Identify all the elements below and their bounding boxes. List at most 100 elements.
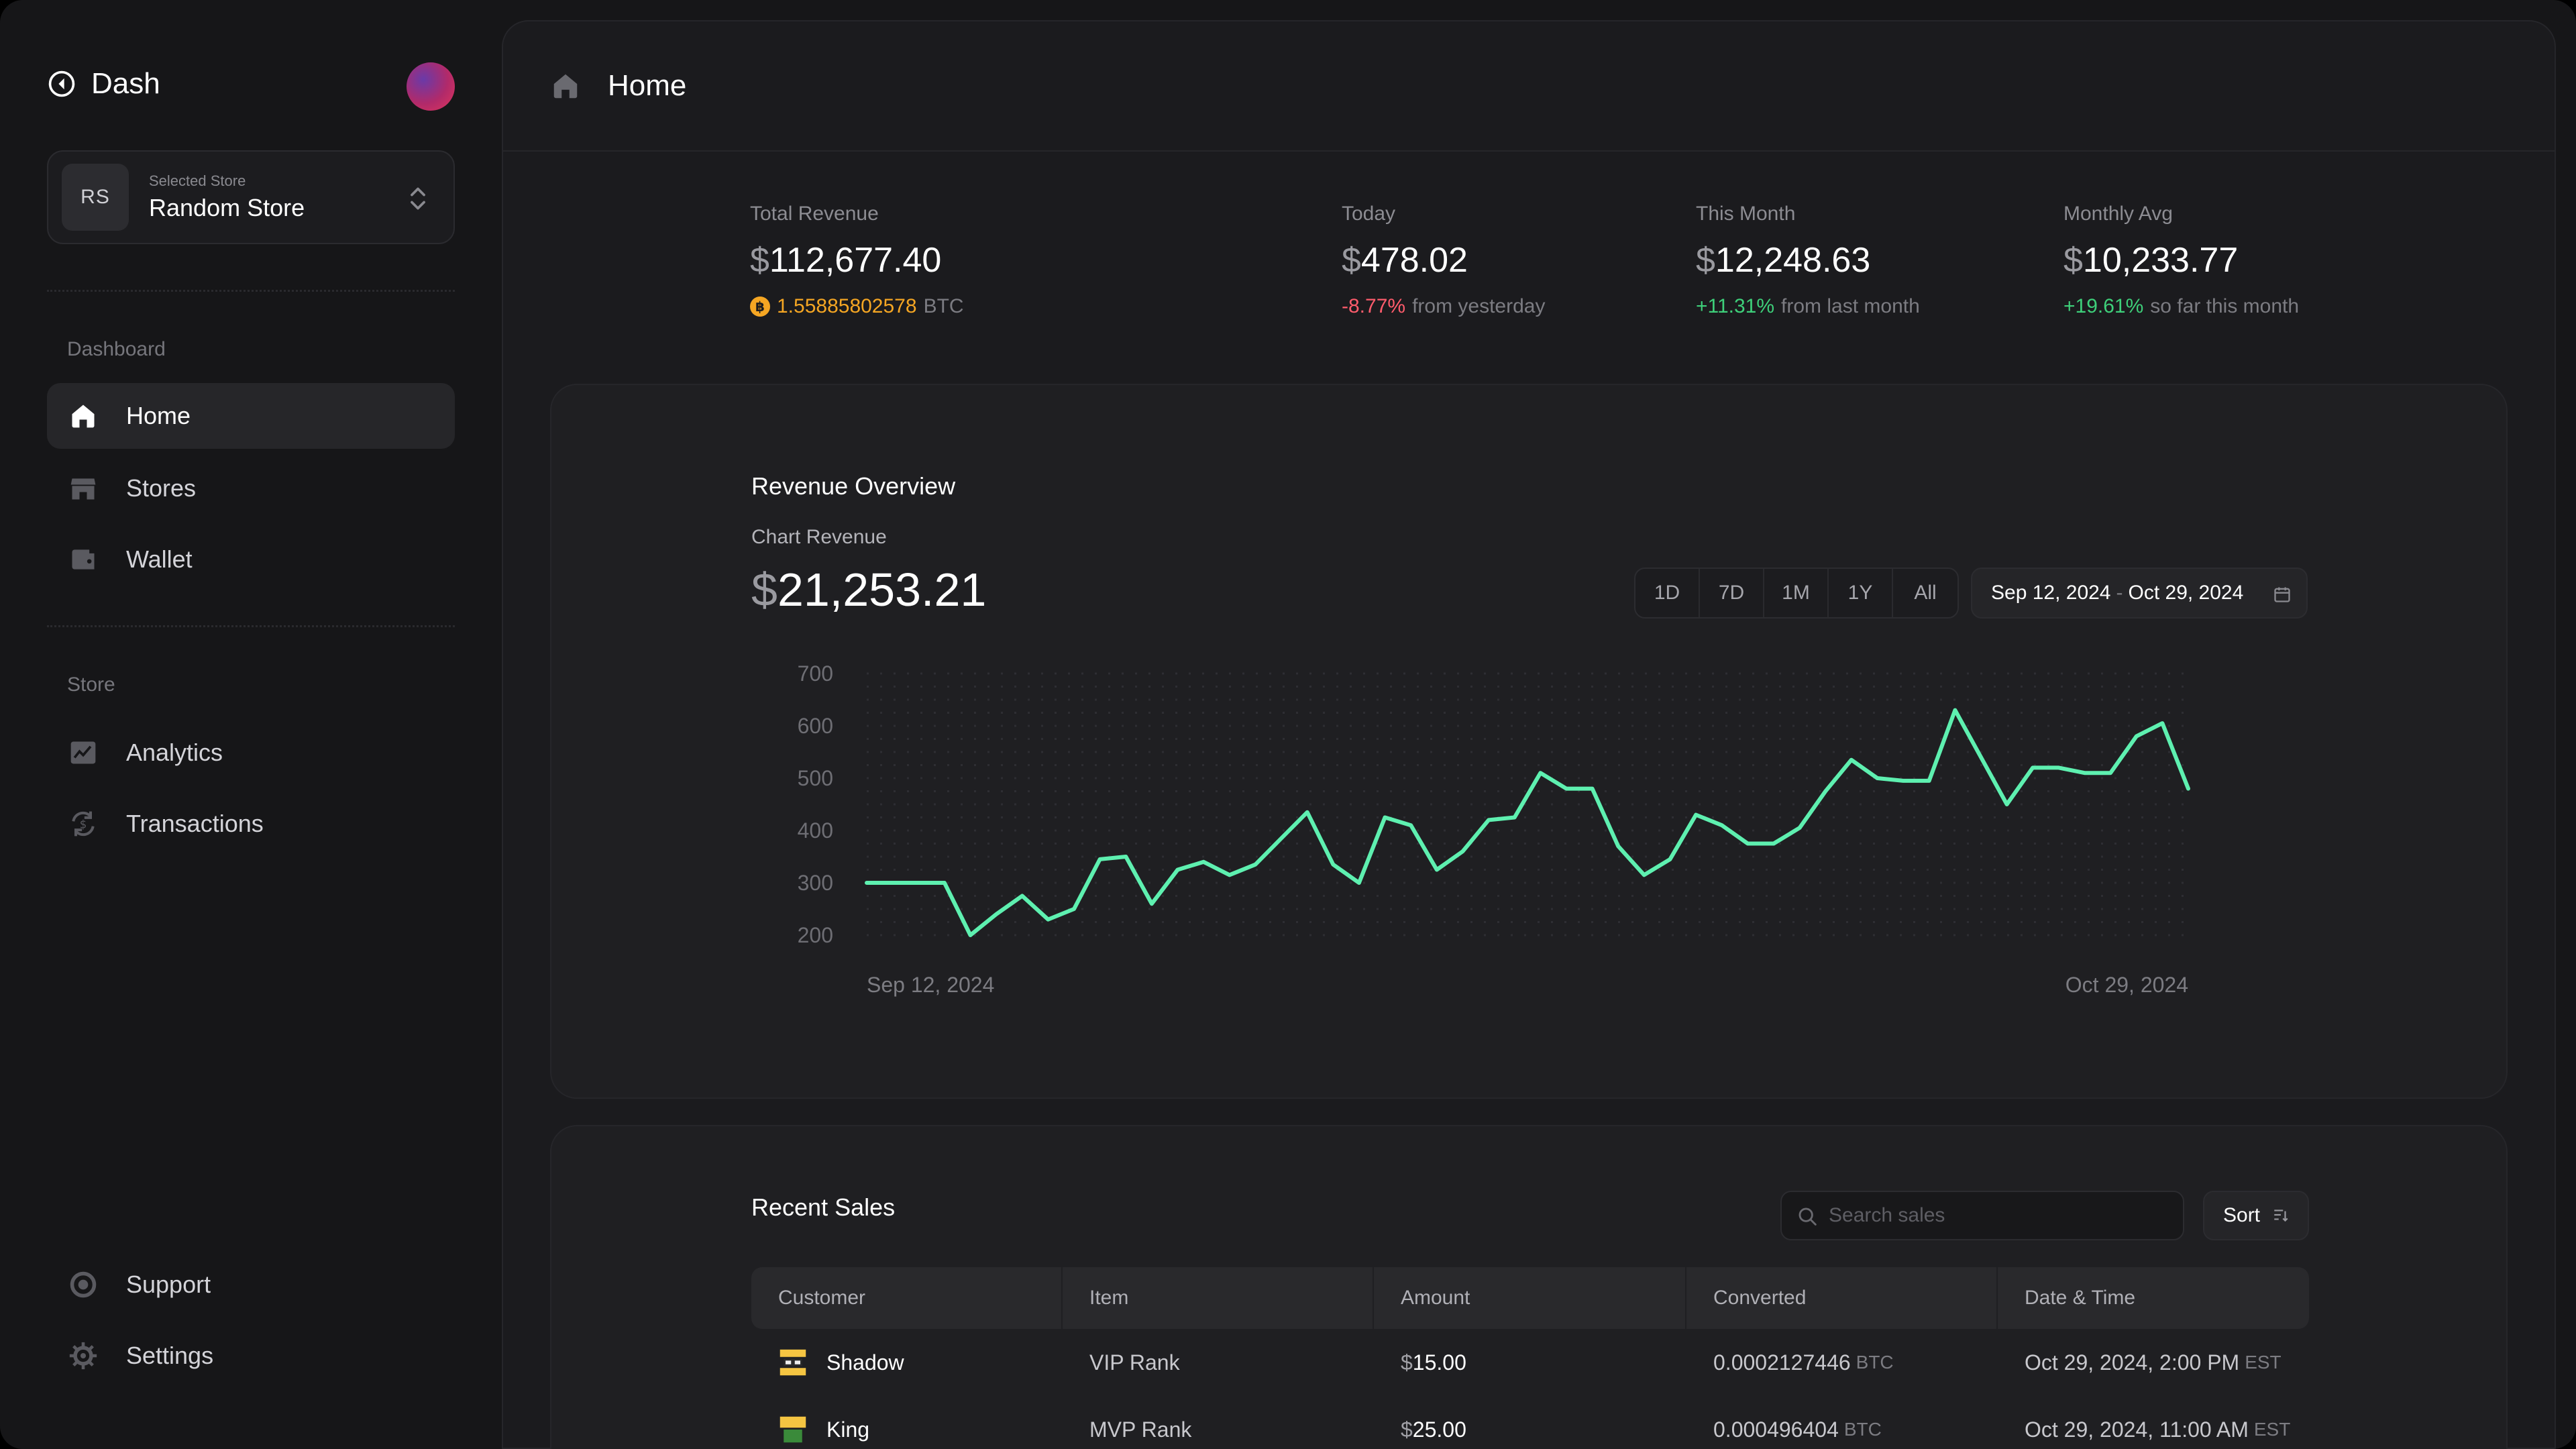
- item-cell: VIP Rank: [1089, 1350, 1180, 1375]
- sidebar-item-settings[interactable]: Settings: [47, 1323, 455, 1389]
- y-tick-label: 500: [798, 766, 833, 790]
- range-1d-button[interactable]: 1D: [1635, 569, 1700, 617]
- sidebar-item-label: Stores: [126, 474, 197, 502]
- home-icon: [67, 400, 99, 432]
- sidebar-item-label: Wallet: [126, 545, 193, 573]
- range-1y-button[interactable]: 1Y: [1829, 569, 1893, 617]
- range-selector: 1D 7D 1M 1Y All: [1634, 568, 1959, 619]
- card-title: Recent Sales: [751, 1193, 896, 1221]
- stat-monthly-avg: Monthly Avg $10,233.77 +19.61% so far th…: [2063, 203, 2299, 318]
- sidebar-item-label: Settings: [126, 1342, 214, 1369]
- stat-label: Total Revenue: [750, 203, 879, 225]
- column-header[interactable]: Date & Time: [1998, 1267, 2309, 1329]
- btc-amount: 1.55885802578: [777, 295, 917, 317]
- revenue-line-chart: 700 600 500 400 300 200 Sep 12, 2024 Oct 29, 20…: [798, 661, 2190, 997]
- stat-value: $112,677.40: [750, 241, 942, 280]
- date-range-picker[interactable]: Sep 12, 2024 - Oct 29, 2024: [1971, 568, 2308, 619]
- revenue-overview-card: Revenue Overview Chart Revenue $21,253.2…: [550, 384, 2508, 1099]
- store-selector[interactable]: RS Selected Store Random Store: [47, 150, 455, 244]
- column-header[interactable]: Converted: [1686, 1267, 1998, 1329]
- amount-cell: $25.00: [1401, 1417, 1466, 1442]
- chevron-up-down-icon: [411, 187, 425, 210]
- wallet-icon: [67, 543, 99, 576]
- stat-note: so far this month: [2150, 295, 2300, 317]
- svg-text:$: $: [80, 818, 87, 830]
- y-tick-label: 600: [798, 714, 833, 738]
- calendar-icon: [2274, 587, 2290, 602]
- converted-cell: 0.0002127446 BTC: [1713, 1350, 1894, 1375]
- page-title: Home: [608, 69, 687, 102]
- sidebar-item-transactions[interactable]: $ Transactions: [47, 791, 455, 857]
- converted-cell: 0.000496404 BTC: [1713, 1417, 1882, 1442]
- sidebar-divider: [47, 625, 455, 627]
- customer-name: King: [826, 1417, 870, 1442]
- stat-value: $478.02: [1342, 241, 1468, 280]
- stat-this-month: This Month $12,248.63 +11.31% from last …: [1696, 203, 1920, 318]
- sidebar-item-support[interactable]: Support: [47, 1252, 455, 1318]
- date-start: Sep 12, 2024: [1991, 582, 2111, 604]
- stat-value: $10,233.77: [2063, 241, 2239, 280]
- date-cell: Oct 29, 2024, 11:00 AM EST: [2025, 1417, 2291, 1442]
- avatar[interactable]: [407, 62, 455, 111]
- customer-cell: Shadow: [751, 1329, 1063, 1396]
- btc-unit: BTC: [923, 295, 964, 317]
- date-cell: Oct 29, 2024, 2:00 PM EST: [2025, 1350, 2282, 1375]
- dash-logo-icon: [48, 70, 75, 97]
- range-7d-button[interactable]: 7D: [1700, 569, 1764, 617]
- stat-change: -8.77%: [1342, 295, 1406, 317]
- sidebar-item-stores[interactable]: Stores: [47, 455, 455, 521]
- date-end: Oct 29, 2024: [2128, 582, 2244, 604]
- store-caption: Selected Store: [149, 172, 246, 189]
- chart-subtitle: Chart Revenue: [751, 526, 887, 548]
- home-icon: [553, 74, 578, 99]
- store-icon: [67, 472, 99, 504]
- stat-change: +19.61%: [2063, 295, 2144, 317]
- customer-avatar-icon: [780, 1416, 806, 1443]
- sidebar: Dash RS Selected Store Random Store Dash…: [0, 0, 502, 1449]
- stat-sub: +19.61% so far this month: [2063, 295, 2299, 318]
- amount-cell: $15.00: [1401, 1350, 1466, 1375]
- store-initials: RS: [62, 164, 129, 231]
- stat-sub: +11.31% from last month: [1696, 295, 1920, 318]
- range-all-button[interactable]: All: [1893, 569, 1957, 617]
- search-box: [1780, 1191, 2184, 1240]
- section-label-store: Store: [67, 674, 115, 696]
- stat-label: Monthly Avg: [2063, 203, 2173, 225]
- sidebar-item-analytics[interactable]: Analytics: [47, 720, 455, 786]
- sidebar-divider: [47, 290, 455, 292]
- item-cell: MVP Rank: [1089, 1417, 1192, 1442]
- store-name: Random Store: [149, 194, 305, 221]
- sort-button[interactable]: Sort: [2203, 1191, 2309, 1240]
- customer-name: Shadow: [826, 1350, 904, 1375]
- analytics-icon: [67, 737, 99, 769]
- y-tick-label: 300: [798, 871, 833, 895]
- sidebar-item-wallet[interactable]: Wallet: [47, 527, 455, 592]
- range-1m-button[interactable]: 1M: [1764, 569, 1829, 617]
- column-header[interactable]: Item: [1063, 1267, 1374, 1329]
- sales-table: Customer Item Amount Converted Date & Ti…: [751, 1267, 2309, 1449]
- card-title: Revenue Overview: [751, 472, 956, 500]
- y-tick-label: 400: [798, 818, 833, 843]
- customer-avatar-icon: [780, 1349, 806, 1376]
- app-name: Dash: [91, 67, 160, 100]
- sidebar-item-label: Transactions: [126, 810, 264, 837]
- stat-change: +11.31%: [1696, 295, 1775, 317]
- stat-note: from last month: [1781, 295, 1920, 317]
- stat-total-revenue: Total Revenue $112,677.40 ฿ 1.5588580257…: [750, 203, 964, 318]
- sidebar-item-home[interactable]: Home: [47, 383, 455, 449]
- table-header: Customer Item Amount Converted Date & Ti…: [751, 1267, 2309, 1329]
- section-label-dashboard: Dashboard: [67, 338, 166, 360]
- stat-today: Today $478.02 -8.77% from yesterday: [1342, 203, 1545, 318]
- table-row[interactable]: King MVP Rank $25.00 0.000496404 BTC Oct …: [751, 1396, 2309, 1449]
- column-header[interactable]: Customer: [751, 1267, 1063, 1329]
- bitcoin-icon: ฿: [750, 297, 770, 317]
- table-row[interactable]: Shadow VIP Rank $15.00 0.0002127446 BTC O…: [751, 1329, 2309, 1396]
- column-header[interactable]: Amount: [1374, 1267, 1686, 1329]
- y-tick-label: 200: [798, 923, 833, 947]
- logo[interactable]: Dash: [47, 67, 160, 101]
- customer-cell: King: [751, 1396, 1063, 1449]
- search-input[interactable]: [1829, 1204, 2164, 1227]
- stat-value: $12,248.63: [1696, 241, 1871, 280]
- stat-sub: -8.77% from yesterday: [1342, 295, 1545, 318]
- stat-label: Today: [1342, 203, 1396, 225]
